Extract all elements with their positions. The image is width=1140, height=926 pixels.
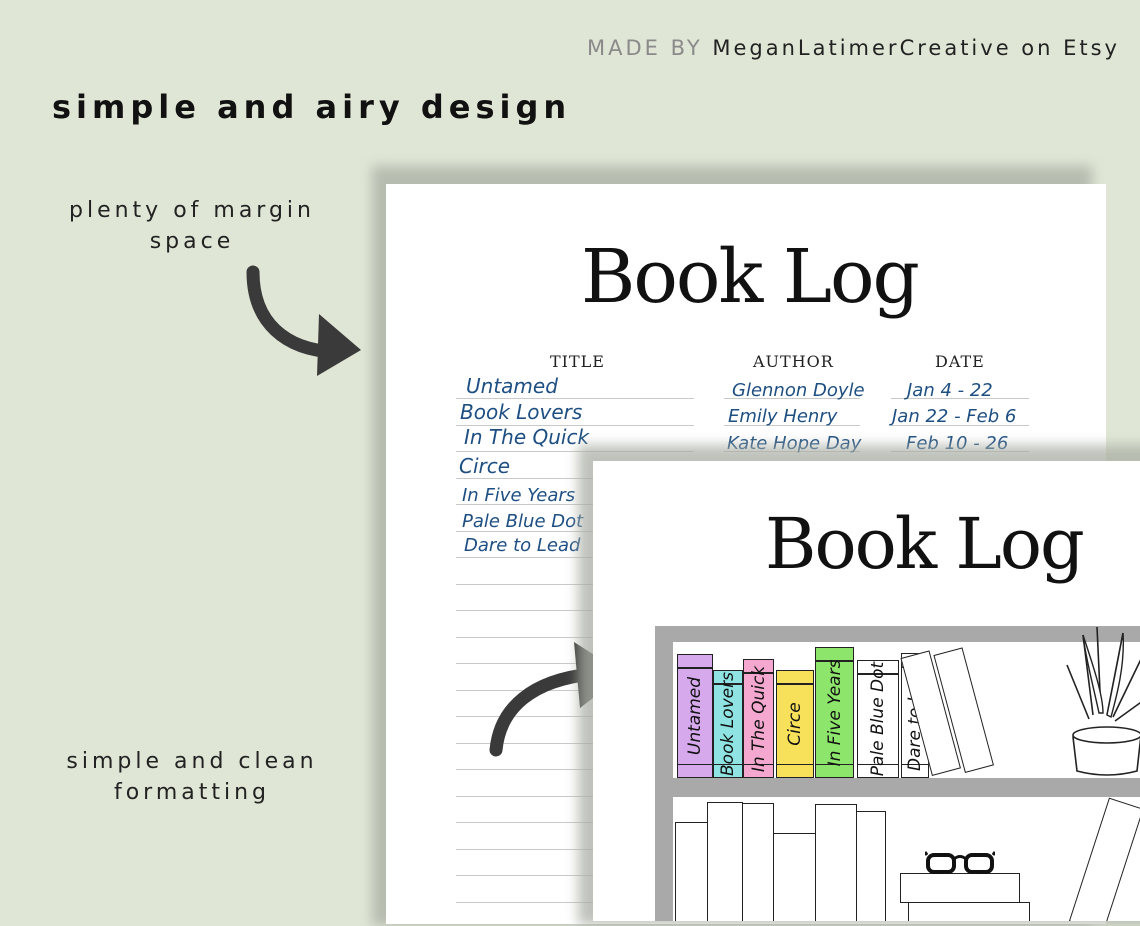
title-entry: Untamed	[466, 374, 558, 398]
shop-name: MeganLatimerCreative on Etsy	[712, 36, 1120, 60]
curved-arrow-icon	[246, 265, 361, 376]
spine-label: In Five Years	[824, 659, 845, 766]
book-spine: In Five Years	[815, 647, 854, 778]
date-entry: Jan 4 - 22	[907, 380, 993, 401]
column-author: AUTHOR	[753, 352, 834, 371]
made-by-label: MADE BY	[587, 36, 703, 60]
book-spine: Pale Blue Dot	[857, 660, 899, 778]
column-date: DATE	[935, 352, 985, 371]
spine-label: Book Lovers	[718, 672, 738, 776]
title-entry: In Five Years	[462, 485, 576, 506]
date-entry: Jan 22 - Feb 6	[892, 406, 1017, 427]
callout-margin-line-2: space	[149, 229, 235, 254]
book	[815, 804, 857, 921]
spine-label: Untamed	[685, 676, 705, 756]
callout-margin-line-1: plenty of margin	[69, 198, 315, 223]
title-entry: In The Quick	[464, 425, 590, 449]
spine-band	[777, 683, 813, 685]
spine-band	[777, 763, 813, 765]
ruled-line	[456, 398, 694, 399]
column-title: TITLE	[550, 352, 605, 371]
book-spine: In The Quick	[743, 659, 774, 778]
back-page-title: Book Log	[581, 234, 920, 320]
title-entry: Dare to Lead	[464, 535, 581, 556]
stacked-book	[900, 873, 1020, 903]
callout-format-line-2: formatting	[113, 780, 271, 805]
book-spine: Circe	[776, 670, 814, 778]
spine-label: Pale Blue Dot	[868, 661, 888, 777]
spine-label: In The Quick	[748, 665, 769, 772]
potted-plant-icon	[1066, 626, 1140, 776]
author-entry: Glennon Doyle	[732, 380, 865, 401]
title-entry: Book Lovers	[460, 400, 583, 424]
glasses-icon	[925, 851, 995, 874]
headline: simple and airy design	[52, 88, 572, 126]
front-page-title: Book Log	[765, 503, 1085, 585]
callout-margin: plenty of margin space	[42, 195, 342, 257]
title-entry: Pale Blue Dot	[462, 511, 584, 532]
book	[856, 811, 886, 921]
book	[742, 803, 774, 921]
book-spine: Book Lovers	[713, 670, 743, 778]
shop-credit: MADE BY MeganLatimerCreative on Etsy	[587, 36, 1120, 60]
front-page: Book Log Untamed Book Lovers In The Quick C…	[593, 461, 1140, 921]
callout-format-line-1: simple and clean	[66, 749, 318, 774]
spine-band	[678, 667, 712, 669]
book	[707, 802, 743, 921]
title-entry: Circe	[459, 454, 511, 478]
callout-format: simple and clean formatting	[42, 746, 342, 808]
book	[773, 833, 816, 921]
spine-label: Circe	[785, 702, 805, 746]
spine-band	[678, 763, 712, 765]
book	[675, 822, 708, 921]
author-entry: Emily Henry	[728, 406, 838, 427]
book-spine: Untamed	[677, 654, 713, 778]
